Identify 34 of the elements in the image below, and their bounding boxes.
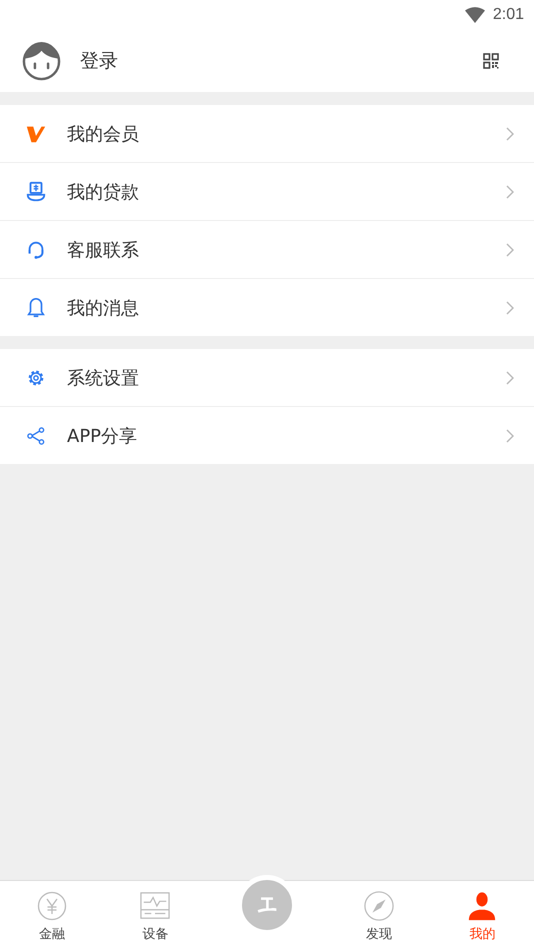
clock-time: 2:01 xyxy=(492,6,524,24)
qr-code-button[interactable] xyxy=(482,52,500,70)
compass-icon xyxy=(364,891,394,921)
menu-row[interactable]: APP分享 xyxy=(0,407,534,464)
chevron-right-icon xyxy=(506,126,514,140)
menu-label: 系统设置 xyxy=(67,366,140,390)
menu-label: 我的消息 xyxy=(67,296,140,320)
person-icon xyxy=(467,891,498,921)
menu-row[interactable]: 我的贷款 xyxy=(0,163,534,221)
menu-row[interactable]: 我的消息 xyxy=(0,279,534,336)
menu-label: 我的贷款 xyxy=(67,180,140,204)
chevron-right-icon xyxy=(506,300,514,314)
share-icon xyxy=(25,424,47,446)
laptop-icon xyxy=(25,180,47,202)
tab[interactable]: 设备 xyxy=(104,881,207,949)
avatar-icon xyxy=(22,42,61,80)
yen-coin-icon xyxy=(36,891,67,921)
chevron-right-icon xyxy=(506,242,514,256)
tab[interactable]: 金融 xyxy=(0,881,104,949)
tab[interactable]: 发现 xyxy=(327,881,430,949)
menu-label: 我的会员 xyxy=(67,122,140,146)
bell-icon xyxy=(25,296,47,318)
chevron-right-icon xyxy=(506,184,514,198)
wifi-icon xyxy=(464,6,485,24)
tab[interactable]: 我的 xyxy=(430,881,534,949)
menu-row[interactable]: 系统设置 xyxy=(0,349,534,407)
menu-label: 客服联系 xyxy=(67,238,140,262)
menu-row[interactable]: 我的会员 xyxy=(0,105,534,163)
chevron-right-icon xyxy=(506,370,514,384)
chevron-right-icon xyxy=(506,428,514,442)
menu-row[interactable]: 客服联系 xyxy=(0,221,534,279)
qr-code-icon xyxy=(483,53,499,69)
monitor-pulse-icon xyxy=(140,891,170,921)
menu-label: APP分享 xyxy=(67,424,138,448)
